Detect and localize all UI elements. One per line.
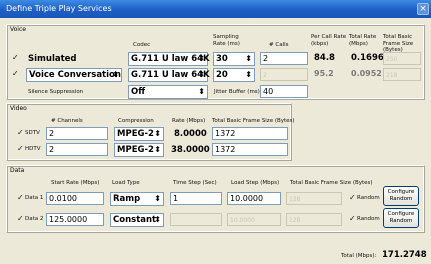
data1-load-type-select[interactable]: Ramp ⬍ [110,192,164,206]
voice-section-label: Voice [10,26,26,33]
voice-conversation-total-rate: 0.0952 [351,69,382,78]
data2-load-type-select[interactable]: Constant ⬍ [110,213,164,227]
sdtv-compression-select[interactable]: MPEG-2 ⬍ [114,127,164,141]
jitter-buffer-label: Jitter Buffer (ms) [214,89,260,95]
data-header-load-step: Load Step (Mbps) [231,180,280,186]
video-header-channels: # Channels [51,118,83,124]
voice-header-calls: # Calls [269,42,289,48]
data-section-label: Data [10,167,25,174]
sdtv-frame-size[interactable]: 1372 [212,127,288,140]
data1-load-type-value: Ramp [113,194,141,204]
simulated-sampling-select[interactable]: 30 ⬍ [213,52,255,66]
data1-time-step-input[interactable]: 1 [170,192,222,205]
voice-header-sampling: Sampling Rate (ms) [213,34,240,47]
sdtv-label: SDTV [25,130,40,136]
simulated-total-rate: 0.1696 [351,53,384,63]
chevron-updown-icon: ⬍ [245,70,252,79]
sdtv-channels-input[interactable]: 2 [46,127,108,140]
chevron-updown-icon: ⬍ [198,54,205,63]
data-header-time-step: Time Step (Sec) [173,180,217,186]
hdtv-label: HDTV [25,146,41,152]
voice-conversation-type-select[interactable]: Voice Conversation ⬍ [26,68,122,82]
data1-random-checkbox[interactable]: ✓ [349,193,356,202]
window-title-bar: Define Triple Play Services × [0,0,431,18]
jitter-buffer-input[interactable]: 40 [260,85,308,98]
chevron-updown-icon: ⬍ [112,70,119,79]
voice-conversation-frame-size: 218 [383,68,421,81]
data1-checkbox[interactable]: ✓ [17,193,24,202]
simulated-codec-select[interactable]: G.711 U law 64K ⬍ [128,52,210,66]
voice-conversation-calls-input: 2 [260,68,308,81]
voice-header-codec: Codec [133,42,151,48]
hdtv-frame-size[interactable]: 1372 [212,143,288,156]
simulated-per-call-rate: 84.8 [314,53,335,63]
hdtv-rate: 38.0000 [171,145,210,155]
chevron-updown-icon: ⬍ [154,129,161,138]
data-header-start-rate: Start Rate (Mbps) [51,180,100,186]
chevron-updown-icon: ⬍ [154,215,161,224]
hdtv-compression-value: MPEG-2 [117,145,154,155]
video-header-rate: Rate (Mbps) [172,118,206,124]
data2-frame-size: 128 [286,213,342,226]
sdtv-checkbox[interactable]: ✓ [17,128,24,137]
data2-checkbox[interactable]: ✓ [17,214,24,223]
chevron-updown-icon: ⬍ [245,54,252,63]
silence-suppression-label: Silence Suppression [28,89,84,95]
simulated-sampling-value: 30 [216,54,228,64]
data2-label: Data 2 [25,216,44,222]
close-icon[interactable]: × [417,3,429,15]
sdtv-rate: 8.0000 [174,129,207,139]
window-title: Define Triple Play Services [6,4,112,13]
chevron-updown-icon: ⬍ [198,70,205,79]
data2-load-step-input: 10.0000 [227,213,281,226]
video-header-compression: Compression [118,118,154,124]
data1-start-rate-input[interactable]: 0.0100 [46,192,104,205]
data2-random-label: Random [357,216,380,222]
sdtv-compression-value: MPEG-2 [117,129,154,139]
data2-configure-random-button[interactable]: Configure Random [383,208,419,228]
data2-time-step-input [170,213,222,226]
data1-configure-random-button[interactable]: Configure Random [383,186,419,206]
data-header-load-type: Load Type [112,180,140,186]
silence-suppression-value: Off [131,87,146,97]
chevron-updown-icon: ⬍ [154,194,161,203]
voice-header-per-call: Per Call Rate (kbps) [311,34,347,47]
voice-header-total-rate: Total Rate (Mbps) [349,34,377,47]
total-mbps-label: Total (Mbps): [341,253,377,259]
data2-start-rate-input[interactable]: 125.0000 [46,213,104,226]
voice-conversation-codec-select[interactable]: G.711 U law 64K ⬍ [128,68,210,82]
chevron-updown-icon: ⬍ [198,87,205,96]
voice-conversation-per-call-rate: 95.2 [314,69,334,78]
simulated-checkbox[interactable]: ✓ [12,53,19,62]
total-mbps-value: 171.2748 [382,250,427,260]
voice-header-total-frame: Total Basic Frame Size (Bytes) [383,34,414,53]
data1-frame-size: 128 [286,192,342,205]
data1-load-step-input[interactable]: 10.0000 [227,192,281,205]
video-section-label: Video [10,105,27,112]
simulated-label: Simulated [28,54,77,64]
data1-label: Data 1 [25,195,44,201]
voice-conversation-checkbox[interactable]: ✓ [12,69,19,78]
voice-conversation-sampling-value: 20 [216,70,228,80]
data-header-frame: Total Basic Frame Size (Bytes) [290,180,373,186]
hdtv-compression-select[interactable]: MPEG-2 ⬍ [114,143,164,157]
hdtv-checkbox[interactable]: ✓ [17,144,24,153]
data2-load-type-value: Constant [113,215,157,225]
voice-conversation-sampling-select[interactable]: 20 ⬍ [213,68,255,82]
chevron-updown-icon: ⬍ [154,145,161,154]
simulated-frame-size: 250 [383,52,421,65]
data2-random-checkbox[interactable]: ✓ [349,214,356,223]
silence-suppression-select[interactable]: Off ⬍ [128,85,208,99]
hdtv-channels-input[interactable]: 2 [46,143,108,156]
simulated-calls-input[interactable]: 2 [260,52,308,65]
voice-conversation-label: Voice Conversation [29,70,121,80]
video-header-frame: Total Basic Frame Size (Bytes) [212,118,295,124]
data1-random-label: Random [357,195,380,201]
